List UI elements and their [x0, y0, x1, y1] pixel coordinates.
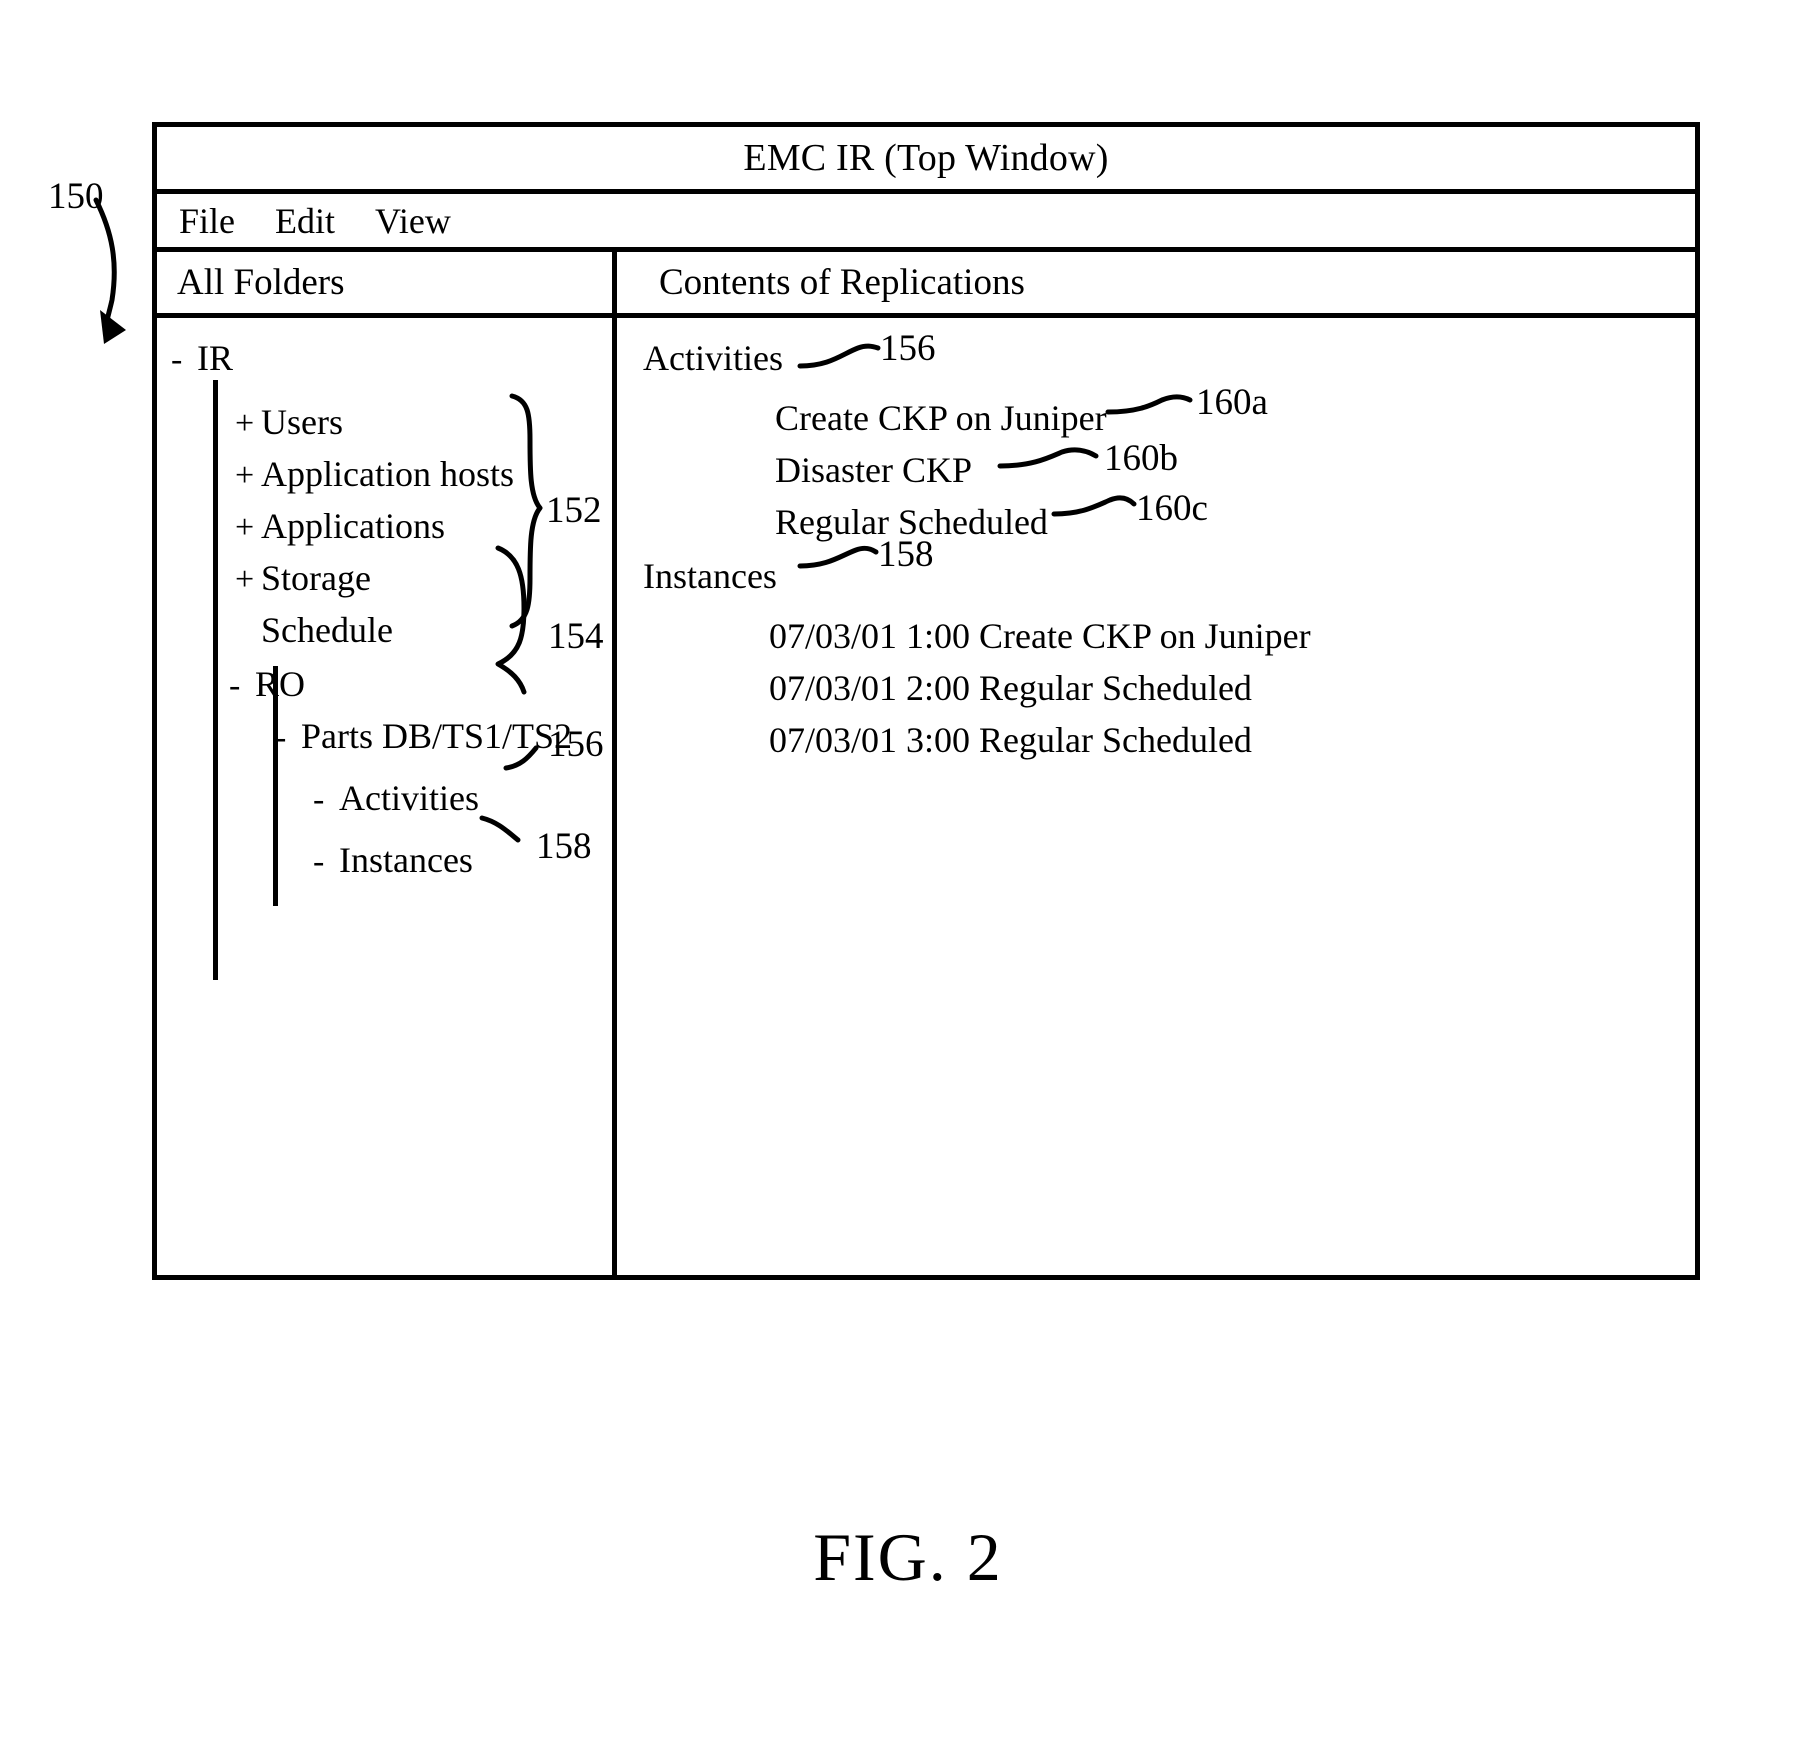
tree-item-label: Instances: [339, 840, 473, 880]
tree-expander-users[interactable]: +: [235, 407, 261, 441]
tree-expander-application-hosts[interactable]: +: [235, 459, 261, 493]
tree-item-label: RO: [255, 664, 306, 704]
callout-160b: 160b: [1104, 438, 1178, 479]
contents-activity-item[interactable]: Disaster CKP: [775, 452, 972, 488]
title-bar: EMC IR (Top Window): [157, 127, 1695, 194]
contents-instance-item[interactable]: 07/03/01 3:00 Regular Scheduled: [769, 722, 1252, 758]
callout-156-contents: 156: [880, 328, 936, 369]
menu-bar: File Edit View: [157, 194, 1695, 252]
callout-160c: 160c: [1136, 488, 1208, 529]
callout-156-tree: 156: [548, 724, 604, 765]
patent-figure: EMC IR (Top Window) File Edit View All F…: [0, 0, 1816, 1742]
tree-expander-storage[interactable]: +: [235, 563, 261, 597]
contents-activity-item[interactable]: Create CKP on Juniper: [775, 400, 1107, 436]
window-title: EMC IR (Top Window): [743, 137, 1109, 179]
right-pane-header-label: Contents of Replications: [659, 262, 1025, 303]
tree-rail-root: [213, 380, 218, 980]
application-window: EMC IR (Top Window) File Edit View All F…: [152, 122, 1700, 1280]
tree-item-label: Storage: [261, 558, 371, 598]
callout-158-tree: 158: [536, 826, 592, 867]
callout-154: 154: [548, 616, 604, 657]
right-pane-header: Contents of Replications: [617, 252, 1695, 318]
tree-item-activities[interactable]: - Activities: [313, 780, 479, 817]
tree-item-application-hosts[interactable]: + Application hosts: [235, 456, 514, 493]
callout-160a: 160a: [1196, 382, 1268, 423]
contents-instances-heading[interactable]: Instances: [643, 558, 777, 594]
figure-caption: FIG. 2: [813, 1519, 1003, 1595]
tree-item-label: Applications: [261, 506, 445, 546]
menu-item-edit[interactable]: Edit: [275, 203, 335, 239]
tree-item-ir[interactable]: - IR: [171, 340, 233, 377]
tree-expander-parts-db[interactable]: -: [275, 721, 301, 755]
panes-container: All Folders - IR + Users + Application h…: [157, 252, 1695, 1275]
tree-item-label: Users: [261, 402, 343, 442]
menu-item-file[interactable]: File: [179, 203, 235, 239]
tree-item-schedule[interactable]: Schedule: [235, 612, 393, 648]
tree-expander-ro[interactable]: -: [229, 669, 255, 703]
tree-item-label: IR: [197, 338, 233, 378]
arrowhead-150: [100, 310, 126, 344]
tree-expander-instances[interactable]: -: [313, 845, 339, 879]
tree-item-storage[interactable]: + Storage: [235, 560, 371, 597]
left-pane-header: All Folders: [157, 252, 612, 318]
callout-158-contents: 158: [878, 534, 934, 575]
tree-expander-activities[interactable]: -: [313, 783, 339, 817]
left-pane-body: - IR + Users + Application hosts + Applicati…: [157, 318, 612, 1270]
tree-item-label: Application hosts: [261, 454, 514, 494]
left-pane-header-label: All Folders: [177, 262, 345, 303]
callout-150: 150: [48, 176, 104, 217]
tree-item-label: Schedule: [261, 610, 393, 650]
contents-instance-item[interactable]: 07/03/01 1:00 Create CKP on Juniper: [769, 618, 1311, 654]
right-pane: Contents of Replications Activities Crea…: [617, 252, 1695, 1275]
menu-item-view[interactable]: View: [375, 203, 451, 239]
contents-activities-heading[interactable]: Activities: [643, 340, 783, 376]
tree-item-parts-db[interactable]: - Parts DB/TS1/TS2: [275, 718, 572, 755]
tree-item-label: Activities: [339, 778, 479, 818]
tree-item-instances[interactable]: - Instances: [313, 842, 473, 879]
tree-item-users[interactable]: + Users: [235, 404, 343, 441]
tree-expander-ir[interactable]: -: [171, 343, 197, 377]
tree-item-applications[interactable]: + Applications: [235, 508, 445, 545]
callout-152: 152: [546, 490, 602, 531]
tree-item-ro[interactable]: - RO: [229, 666, 305, 703]
contents-instance-item[interactable]: 07/03/01 2:00 Regular Scheduled: [769, 670, 1252, 706]
tree-expander-applications[interactable]: +: [235, 511, 261, 545]
tree-item-label: Parts DB/TS1/TS2: [301, 716, 573, 756]
leader-150: [93, 197, 117, 337]
